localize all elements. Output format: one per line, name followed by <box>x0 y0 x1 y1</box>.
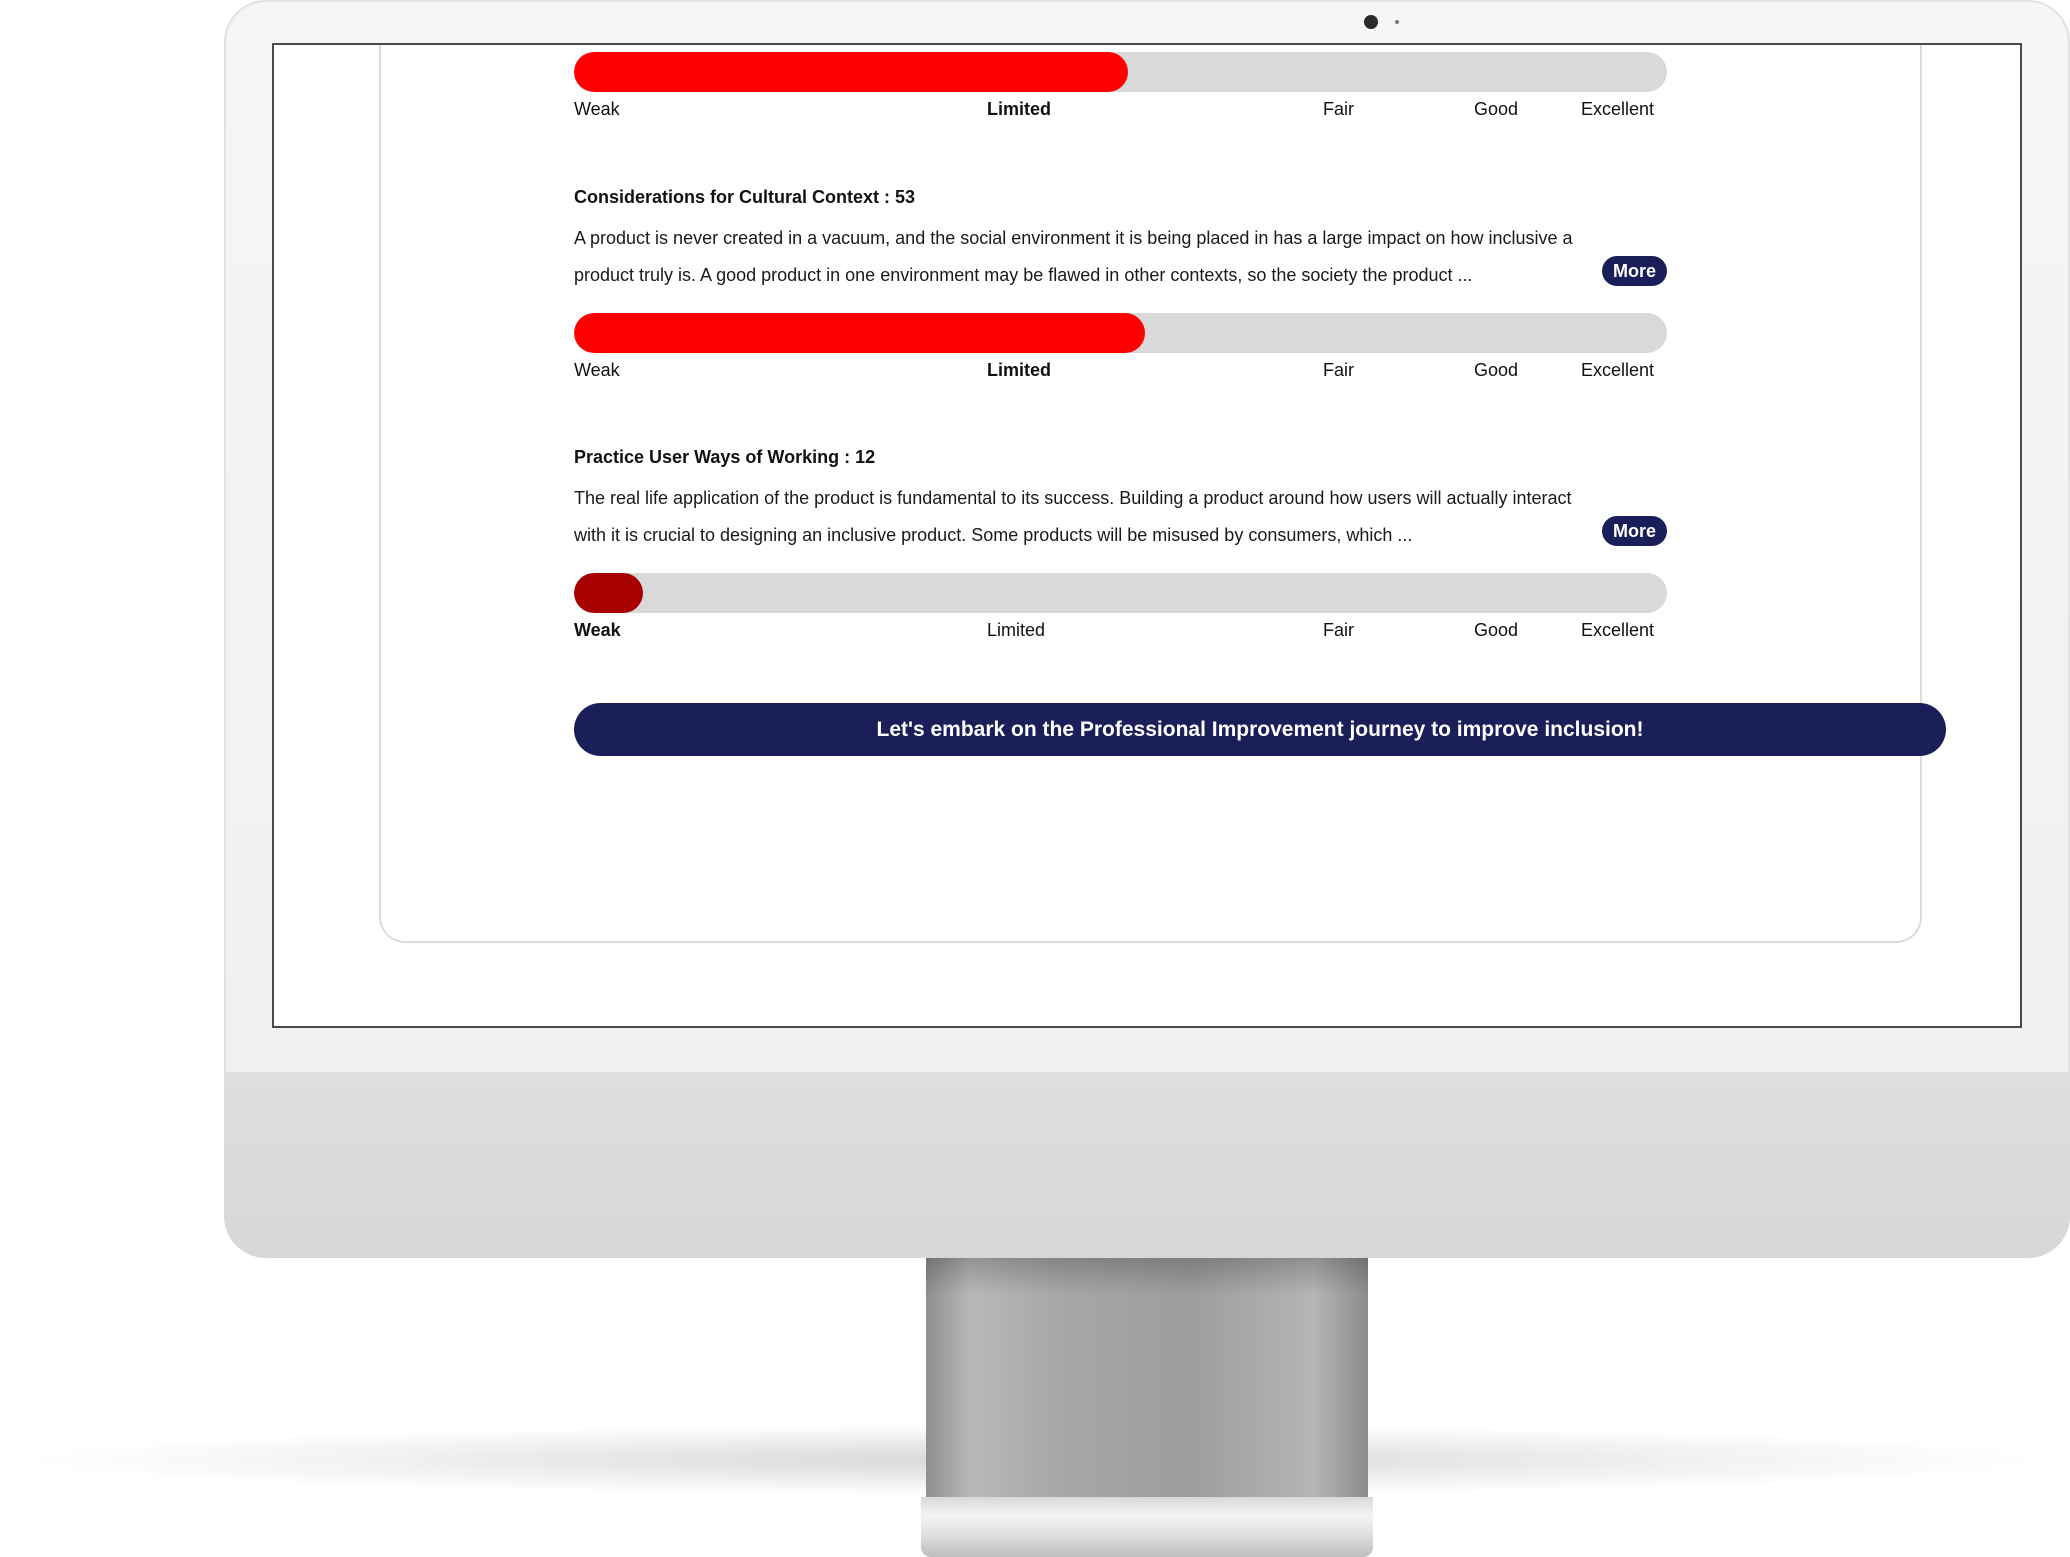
score-fill <box>574 573 643 613</box>
level-label-good: Good <box>1474 99 1519 119</box>
level-label-limited: Limited <box>987 99 1052 119</box>
level-label-excellent: Excellent <box>1581 620 1655 640</box>
screen: Weak Limited Fair Good Excellent Considerati… <box>272 43 2022 1028</box>
score-section: Practice User Ways of Working : 12 The r… <box>574 446 1667 646</box>
level-label-excellent: Excellent <box>1581 360 1655 380</box>
level-label-weak: Weak <box>574 99 620 119</box>
results-card: Weak Limited Fair Good Excellent Considerati… <box>379 45 1946 943</box>
level-label-limited: Limited <box>987 620 1046 640</box>
monitor-stand-base <box>921 1497 1373 1557</box>
section-description: The real life application of the product… <box>574 488 1572 545</box>
score-fill <box>574 313 1145 353</box>
score-fill <box>574 52 1129 92</box>
score-track <box>574 313 1667 353</box>
camera-icon <box>1364 15 1378 29</box>
section-description: A product is never created in a vacuum, … <box>574 228 1573 285</box>
level-label-weak: Weak <box>574 620 621 640</box>
section-title: Practice User Ways of Working : 12 <box>574 447 876 467</box>
monitor-stand <box>926 1255 1368 1501</box>
monitor-chin <box>224 1072 2070 1258</box>
level-label-weak: Weak <box>574 360 620 380</box>
level-label-fair: Fair <box>1323 99 1354 119</box>
improvement-journey-button[interactable]: Let's embark on the Professional Improve… <box>574 703 1946 756</box>
score-track <box>574 52 1667 92</box>
level-label-fair: Fair <box>1323 360 1354 380</box>
score-section: Considerations for Cultural Context : 53… <box>574 186 1667 386</box>
level-label-good: Good <box>1474 360 1519 380</box>
level-label-excellent: Excellent <box>1581 99 1655 119</box>
level-label-good: Good <box>1474 620 1519 640</box>
score-section: Weak Limited Fair Good Excellent <box>574 52 1667 132</box>
more-button[interactable]: More <box>1602 256 1667 286</box>
level-label-fair: Fair <box>1323 620 1354 640</box>
camera-light-icon <box>1395 20 1399 24</box>
score-track <box>574 573 1667 613</box>
level-label-limited: Limited <box>987 360 1052 380</box>
more-button[interactable]: More <box>1602 516 1667 546</box>
section-title: Considerations for Cultural Context : 53 <box>574 187 916 207</box>
